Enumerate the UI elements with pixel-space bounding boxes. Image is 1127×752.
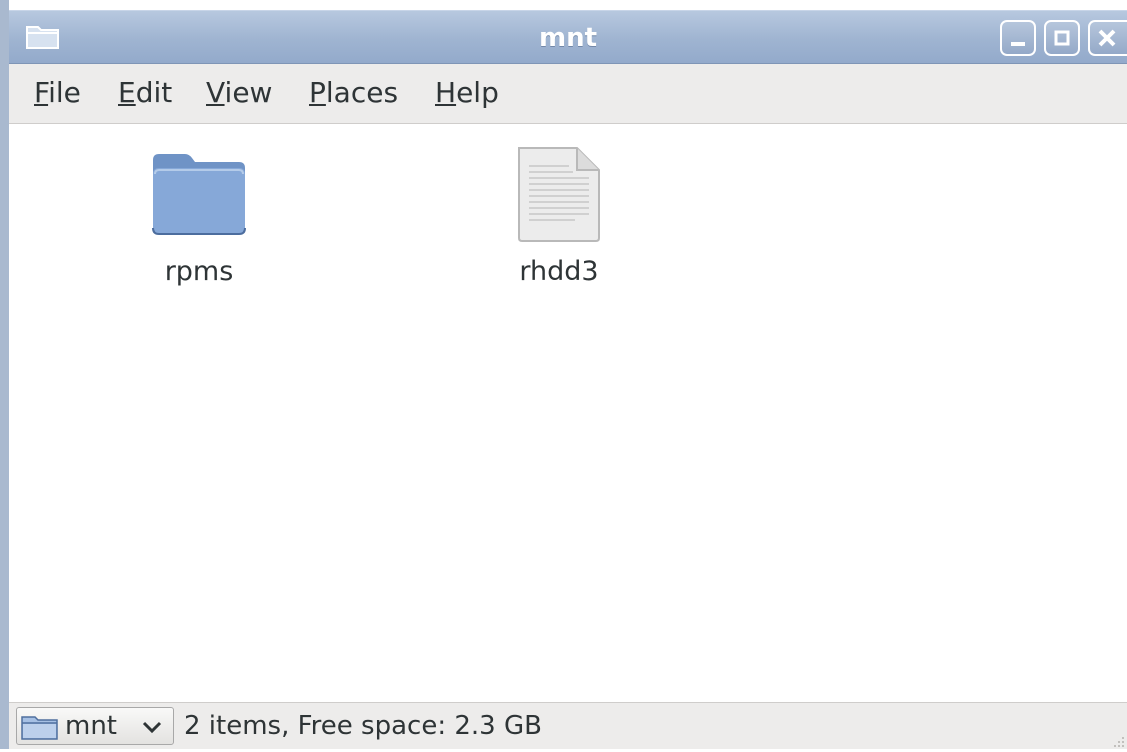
menu-places[interactable]: Places [309, 76, 398, 110]
menu-edit-mnemonic: E [118, 76, 136, 109]
resize-grip-icon[interactable] [1111, 733, 1125, 747]
menu-edit-label: dit [135, 76, 173, 109]
menu-help[interactable]: Help [435, 76, 499, 110]
close-icon [1098, 29, 1116, 47]
title-bar[interactable]: mnt [9, 10, 1127, 64]
menu-file[interactable]: File [34, 76, 81, 110]
folder-icon [149, 150, 249, 244]
file-name: rhdd3 [519, 256, 599, 287]
menu-file-label: ile [48, 76, 81, 109]
menu-view-mnemonic: V [206, 76, 225, 109]
close-button[interactable] [1088, 20, 1127, 56]
menu-view-label: iew [224, 76, 273, 109]
file-item-rpms[interactable]: rpms [149, 150, 249, 310]
minimize-button[interactable] [1000, 20, 1036, 56]
maximize-icon [1054, 30, 1070, 46]
menu-bar: File Edit View Places Help [9, 64, 1127, 124]
chevron-down-icon [141, 717, 163, 741]
menu-help-mnemonic: H [435, 76, 457, 109]
menu-help-label: elp [456, 76, 499, 109]
location-label: mnt [65, 711, 117, 741]
file-manager-window: mnt File Edit View Places Help rpms rhdd… [0, 0, 1127, 749]
menu-file-mnemonic: F [34, 76, 49, 109]
file-item-rhdd3[interactable]: rhdd3 [497, 144, 621, 304]
menu-places-mnemonic: P [309, 76, 326, 109]
text-file-icon [515, 144, 605, 248]
file-name: rpms [164, 256, 234, 287]
status-text: 2 items, Free space: 2.3 GB [184, 711, 542, 741]
menu-view[interactable]: View [206, 76, 272, 110]
maximize-button[interactable] [1044, 20, 1080, 56]
folder-icon [20, 713, 60, 745]
menu-places-label: laces [325, 76, 399, 109]
location-button[interactable]: mnt [16, 707, 174, 745]
menu-edit[interactable]: Edit [118, 76, 172, 110]
file-view[interactable]: rpms rhdd3 [9, 124, 1127, 702]
minimize-icon [1011, 42, 1025, 46]
status-bar: mnt 2 items, Free space: 2.3 GB [9, 702, 1127, 749]
window-title: mnt [538, 23, 598, 53]
